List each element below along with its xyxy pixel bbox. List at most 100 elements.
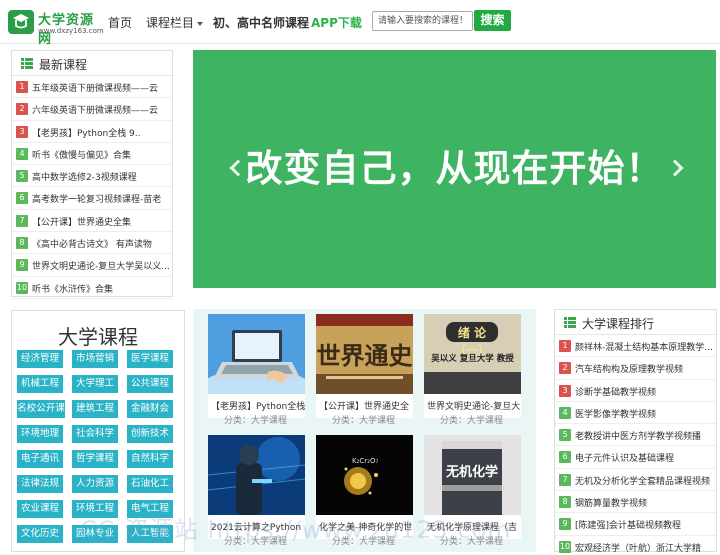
list-item-label: 五年级英语下册微课视频——云 <box>32 84 159 94</box>
list-item-label: 汽车结构构及原理教学视频 <box>575 365 684 376</box>
course-card[interactable]: 绪 论（一） 吴以义 复旦大学 教授 世界文明史通论-复旦大 分类：大学课程 <box>424 314 521 426</box>
list-item-label: 老教授讲中医方剂学教学视频播 <box>575 432 702 443</box>
category-button[interactable]: 公共课程 <box>127 375 173 393</box>
course-thumbnail-chemistry: K₂Cr₂O₇ <box>316 435 413 515</box>
category-button[interactable]: 金融财会 <box>127 400 173 418</box>
course-ranking-header: 大学课程排行 <box>555 310 716 335</box>
lecture-subtitle: 吴以义 复旦大学 教授 <box>431 354 514 364</box>
logo-graduation-icon <box>8 10 34 34</box>
course-card[interactable]: 【老男孩】Python全栈 分类：大学课程 <box>208 314 305 426</box>
list-item-label: 无机及分析化学全套精品课程视频 <box>575 476 711 487</box>
latest-courses-header: 最新课程 <box>12 51 172 76</box>
nav-home[interactable]: 首页 <box>108 14 132 31</box>
list-item[interactable]: 6 高考数学一轮复习视频课程-苗老 <box>12 187 172 210</box>
search-button[interactable]: 搜索 <box>474 10 511 31</box>
course-title: 【公开课】世界通史全 <box>319 402 410 412</box>
category-button[interactable]: 人力资源 <box>72 475 118 493</box>
list-item-label: 颜祥林-混凝土结构基本原理教学... <box>575 343 713 353</box>
list-item[interactable]: 10 宏观经济学（叶航）浙江大学精 <box>555 536 716 555</box>
course-ranking-list: 1 颜祥林-混凝土结构基本原理教学... 2 汽车结构构及原理教学视频 3 诊断学基础… <box>555 335 716 555</box>
chevron-down-icon <box>197 21 204 26</box>
category-button[interactable]: 电子通讯 <box>17 450 63 468</box>
rank-badge: 7 <box>559 473 571 486</box>
category-button[interactable]: 建筑工程 <box>72 400 118 418</box>
list-item[interactable]: 1 颜祥林-混凝土结构基本原理教学... <box>555 335 716 358</box>
course-category: 分类：大学课程 <box>440 416 504 426</box>
search-input[interactable] <box>372 11 473 31</box>
category-button[interactable]: 创新技术 <box>127 425 173 443</box>
category-button[interactable]: 经济管理 <box>17 350 63 368</box>
nav-course-columns[interactable]: 课程栏目 <box>146 14 204 31</box>
list-item-label: 《高中必背古诗文》 有声读物 <box>32 240 152 251</box>
rank-badge: 6 <box>559 451 571 464</box>
list-item-label: 高考数学一轮复习视频课程-苗老 <box>32 195 162 206</box>
category-button[interactable]: 医学课程 <box>127 350 173 368</box>
category-button[interactable]: 哲学课程 <box>72 450 118 468</box>
list-item-label: [陈建强]会计基础视频教程 <box>575 521 682 532</box>
list-item-label: 听书《水浒传》合集 <box>32 284 114 295</box>
category-button[interactable]: 社会科学 <box>72 425 118 443</box>
hero-banner[interactable]: 改变自己，从现在开始！ <box>193 50 716 315</box>
list-item[interactable]: 10 听书《水浒传》合集 <box>12 277 172 299</box>
list-item-label: 【老男孩】Python全栈 9.. <box>32 128 141 139</box>
rank-badge: 5 <box>559 429 571 442</box>
book-cover-title: 世界通史 <box>316 341 413 370</box>
list-item[interactable]: 2 汽车结构构及原理教学视频 <box>555 357 716 380</box>
category-button[interactable]: 法律法规 <box>17 475 63 493</box>
course-ranking-panel: 大学课程排行 1 颜祥林-混凝土结构基本原理教学... 2 汽车结构构及原理教学视频… <box>554 309 717 555</box>
course-category: 分类：大学课程 <box>332 416 396 426</box>
category-button[interactable]: 自然科学 <box>127 450 173 468</box>
nav-app-download[interactable]: APP下载 <box>311 14 362 31</box>
rank-badge: 5 <box>16 170 28 183</box>
rank-badge: 7 <box>16 214 28 227</box>
list-item-label: 听书《傲慢与偏见》合集 <box>32 150 132 161</box>
rank-badge: 9 <box>16 259 28 272</box>
category-button[interactable]: 名校公开课 <box>17 400 65 418</box>
rank-badge: 4 <box>16 147 28 160</box>
list-item[interactable]: 3 诊断学基础教学视频 <box>555 380 716 402</box>
list-item[interactable]: 6 电子元件认识及基础课程 <box>555 446 716 469</box>
category-button[interactable]: 市场营销 <box>72 350 118 368</box>
category-button[interactable]: 机械工程 <box>17 375 63 393</box>
list-item-label: 世界文明史通论-复旦大学吴以义... <box>32 262 170 273</box>
list-item[interactable]: 9 世界文明史通论-复旦大学吴以义... <box>12 254 172 277</box>
list-icon <box>21 58 33 69</box>
site-logo[interactable]: 大学资源网 www.dxzy163.com <box>6 6 104 47</box>
course-card[interactable]: 世界通史 【公开课】世界通史全 分类：大学课程 <box>316 314 413 426</box>
banner-slogan: 改变自己，从现在开始！ <box>245 147 664 190</box>
site-header: 大学资源网 www.dxzy163.com 首页 课程栏目 初、高中名师课程 A… <box>0 0 720 47</box>
list-item[interactable]: 4 医学影像学教学视频 <box>555 402 716 425</box>
category-button[interactable]: 文化历史 <box>17 525 63 543</box>
list-item[interactable]: 8 《高中必背古诗文》 有声读物 <box>12 232 172 255</box>
nav-middle-school-courses[interactable]: 初、高中名师课程 <box>213 14 309 31</box>
list-item[interactable]: 3 【老男孩】Python全栈 9.. <box>12 121 172 143</box>
nav-course-columns-label: 课程栏目 <box>146 16 195 30</box>
list-item-label: 宏观经济学（叶航）浙江大学精 <box>575 543 702 554</box>
list-item[interactable]: 7 无机及分析化学全套精品课程视频 <box>555 469 716 492</box>
list-item[interactable]: 5 高中数学选修2-3视频课程 <box>12 165 172 188</box>
category-button[interactable]: 石油化工 <box>127 475 173 493</box>
list-item[interactable]: 1 五年级英语下册微课视频——云 <box>12 76 172 99</box>
rank-badge: 1 <box>559 340 571 352</box>
category-button[interactable]: 大学理工 <box>72 375 118 393</box>
latest-courses-panel: 最新课程 1 五年级英语下册微课视频——云 2 六年级英语下册微课视频——云 3 【老… <box>11 50 173 299</box>
course-title: 世界文明史通论-复旦大 <box>427 402 521 412</box>
rank-badge: 4 <box>559 406 571 419</box>
rank-badge: 8 <box>16 237 28 250</box>
list-item[interactable]: 9 [陈建强]会计基础视频教程 <box>555 513 716 536</box>
list-item[interactable]: 8 钢筋算量教学视频 <box>555 491 716 514</box>
category-button[interactable]: 环境地理 <box>17 425 63 443</box>
course-thumbnail-lecture: 绪 论（一） 吴以义 复旦大学 教授 <box>424 314 521 394</box>
course-category: 分类：大学课程 <box>224 416 288 426</box>
list-item[interactable]: 4 听书《傲慢与偏见》合集 <box>12 143 172 166</box>
course-thumbnail-laptop <box>208 314 305 394</box>
list-item[interactable]: 2 六年级英语下册微课视频——云 <box>12 98 172 121</box>
chemical-formula: K₂Cr₂O₇ <box>352 457 379 465</box>
list-item[interactable]: 7 【公开课】世界通史全集 <box>12 210 172 233</box>
textbook-title: 无机化学 <box>445 465 498 480</box>
list-item-label: 钢筋算量教学视频 <box>575 499 648 510</box>
list-item-label: 诊断学基础教学视频 <box>575 387 657 398</box>
rank-badge: 2 <box>559 362 571 375</box>
category-button[interactable]: 农业课程 <box>17 500 63 518</box>
list-item[interactable]: 5 老教授讲中医方剂学教学视频播 <box>555 424 716 447</box>
